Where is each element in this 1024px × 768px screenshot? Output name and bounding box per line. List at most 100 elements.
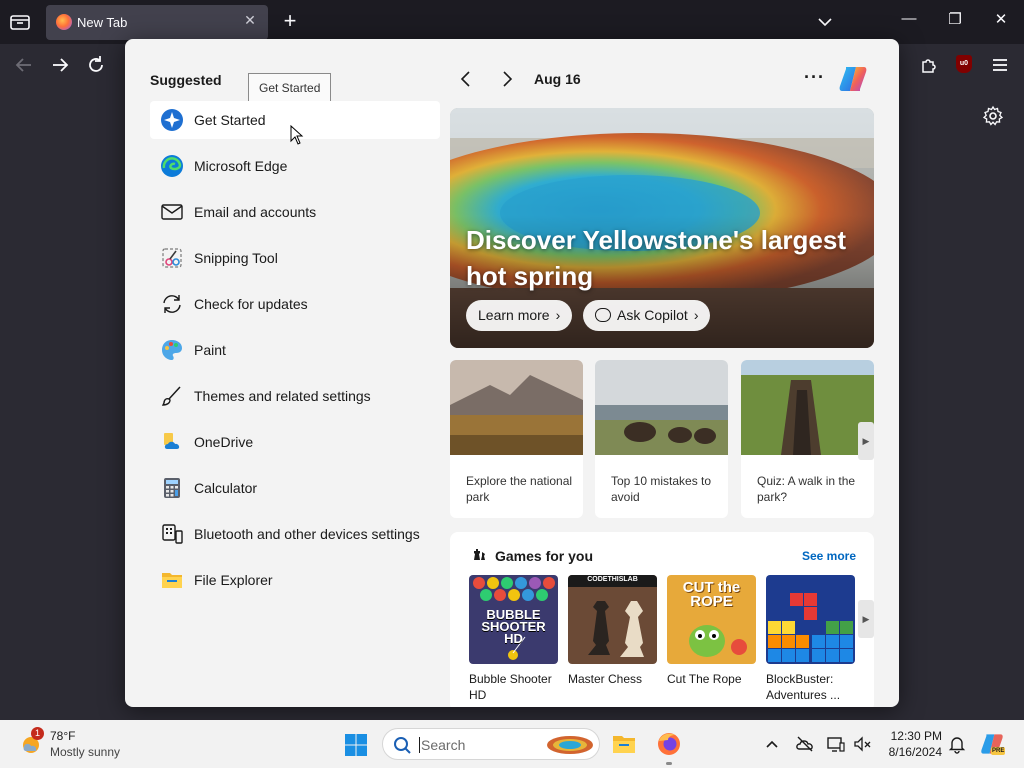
extensions-icon[interactable] [918,54,940,76]
game-thumb-title: BUBBLE SHOOTER HD [481,607,546,646]
gear-icon[interactable] [982,105,1004,127]
minimize-button[interactable]: — [897,10,921,27]
search-highlight-icon [547,736,593,754]
game-name: Cut The Rope [667,672,742,686]
browser-tab-strip: New Tab ✕ + — ❐ ✕ [0,0,1024,44]
story-card[interactable]: Explore the national park [450,360,583,518]
mouse-cursor-icon [290,125,304,145]
clock-time[interactable]: 12:30 PM [886,729,942,743]
app-label: Themes and related settings [194,388,371,404]
card-title: Top 10 mistakes to avoid [611,474,712,504]
game-thumb-title: CODETHISLAB [587,576,638,583]
close-window-button[interactable]: ✕ [989,10,1013,28]
copilot-taskbar-button[interactable]: PRE [980,732,1006,756]
card-title: Explore the national park [466,474,573,504]
app-email-and-accounts[interactable]: Email and accounts [150,193,440,231]
app-label: Get Started [194,112,266,128]
app-themes-settings[interactable]: Themes and related settings [150,377,440,415]
app-label: Email and accounts [194,204,317,220]
get-started-icon [161,109,183,131]
game-tile[interactable]: CODETHISLAB Master Chess [568,575,657,687]
onedrive-offline-icon[interactable] [795,734,815,754]
app-onedrive[interactable]: OneDrive [150,423,440,461]
app-microsoft-edge[interactable]: Microsoft Edge [150,147,440,185]
suggested-app-list: Get Started Microsoft Edge Email and acc… [150,101,440,607]
firefox-icon[interactable] [656,731,682,757]
chat-bubble-icon [595,308,611,323]
game-tile[interactable]: BlockBuster: Adventures ... [766,575,855,703]
tab-list-icon[interactable] [8,11,32,33]
hero-story[interactable]: Discover Yellowstone's largest hot sprin… [450,108,874,348]
weather-condition[interactable]: Mostly sunny [50,745,120,759]
app-label: Calculator [194,480,258,496]
refresh-icon [163,295,181,313]
app-file-explorer[interactable]: File Explorer [150,561,440,599]
weather-temperature[interactable]: 78°F [50,729,75,743]
maximize-button[interactable]: ❐ [943,10,967,28]
card-image [741,360,874,455]
onedrive-icon [164,433,180,449]
game-tile[interactable]: CUT the ROPE Cut The Rope [667,575,756,687]
learn-more-button[interactable]: Learn more › [466,300,573,331]
notification-bell-icon[interactable] [947,734,967,754]
app-paint[interactable]: Paint [150,331,440,369]
app-calculator[interactable]: Calculator [150,469,440,507]
app-check-for-updates[interactable]: Check for updates [150,285,440,323]
calculator-icon [164,478,180,498]
card-image [595,360,728,455]
windows-start-icon[interactable] [344,733,368,757]
forward-icon[interactable] [49,54,71,76]
feed-date: Aug 16 [534,71,581,87]
game-tile[interactable]: BUBBLE SHOOTER HD Bubble Shooter HD [469,575,558,703]
tab-new-tab[interactable]: New Tab ✕ [46,5,268,40]
new-tab-button[interactable]: + [279,10,301,32]
search-icon [394,737,411,754]
cards-next-button[interactable]: ▶ [858,422,874,460]
app-label: Microsoft Edge [194,158,288,174]
taskbar: 1 78°F Mostly sunny Search 12:30 PM 8/16… [0,720,1024,768]
devices-icon [162,524,183,544]
file-explorer-icon[interactable] [611,731,637,757]
back-icon[interactable] [13,54,35,76]
volume-muted-icon[interactable] [852,734,872,754]
app-label: File Explorer [194,572,273,588]
reload-icon[interactable] [85,54,107,76]
game-name: Master Chess [568,672,643,686]
mail-icon [161,204,183,220]
learn-more-label: Learn more [478,307,550,323]
chevron-left-icon[interactable] [457,69,475,89]
app-snipping-tool[interactable]: Snipping Tool [150,239,440,277]
chevron-up-icon[interactable] [762,734,782,754]
ublock-icon[interactable]: u0 [956,55,972,73]
chevron-down-icon[interactable] [815,12,835,32]
see-more-link[interactable]: See more [802,549,856,563]
paint-icon [162,340,182,360]
games-next-button[interactable]: ▶ [858,600,874,638]
menu-icon[interactable] [989,54,1011,76]
card-image [450,360,583,455]
app-label: Snipping Tool [194,250,278,266]
story-card[interactable]: Quiz: A walk in the park? [741,360,874,518]
start-menu: Suggested Get Started Get Started Micros… [125,39,899,707]
network-icon[interactable] [826,734,846,754]
more-options-button[interactable]: ··· [804,67,825,88]
ask-copilot-button[interactable]: Ask Copilot › [583,300,711,331]
search-input[interactable]: Search [419,737,465,753]
chevron-right-icon: › [693,307,699,323]
game-thumbnail: BUBBLE SHOOTER HD [469,575,558,664]
app-label: Paint [194,342,226,358]
firefox-icon [56,14,72,30]
game-thumbnail: CUT the ROPE [667,575,756,664]
copilot-icon[interactable] [838,65,868,93]
edge-icon [161,155,183,177]
app-label: Bluetooth and other devices settings [194,526,420,542]
notification-badge: 1 [31,727,44,740]
taskbar-search-box[interactable]: Search [382,728,600,760]
app-bluetooth-devices-settings[interactable]: Bluetooth and other devices settings [150,515,440,553]
close-tab-icon[interactable]: ✕ [240,12,260,29]
story-card[interactable]: Top 10 mistakes to avoid [595,360,728,518]
game-name: BlockBuster: Adventures ... [766,672,841,702]
app-label: OneDrive [194,434,254,450]
clock-date[interactable]: 8/16/2024 [880,745,942,759]
chevron-right-icon[interactable] [498,69,516,89]
